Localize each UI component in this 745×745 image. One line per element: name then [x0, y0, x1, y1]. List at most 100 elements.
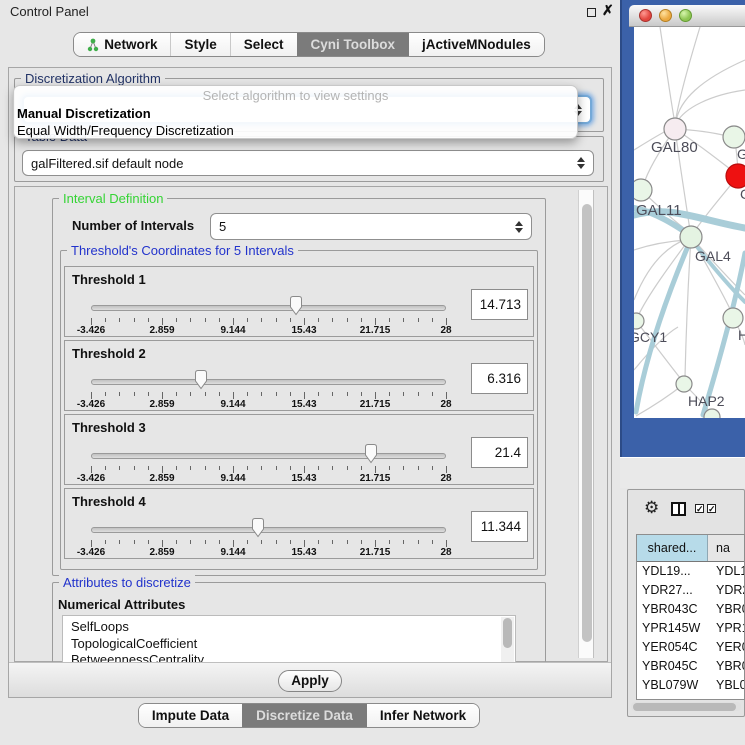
attribute-item[interactable]: TopologicalCoefficient — [63, 636, 515, 653]
slider-tick — [176, 466, 177, 470]
threshold-value-field[interactable]: 6.316 — [471, 363, 528, 394]
checkbox-icon[interactable]: ✓ — [695, 504, 704, 513]
tab-select[interactable]: Select — [230, 33, 297, 56]
cell-name[interactable]: YBR0... — [708, 600, 744, 619]
column-header-name[interactable]: na — [708, 535, 744, 561]
cell-shared-name[interactable]: YBL079W — [637, 676, 708, 695]
numerical-attributes-label: Numerical Attributes — [58, 597, 185, 612]
apply-button[interactable]: Apply — [278, 670, 342, 692]
slider-tick — [290, 466, 291, 470]
slider-track[interactable] — [91, 379, 446, 385]
cell-name[interactable]: YBL0... — [708, 676, 744, 695]
tab-cyni-toolbox[interactable]: Cyni Toolbox — [297, 33, 409, 56]
threshold-value-field[interactable]: 21.4 — [471, 437, 528, 468]
network-node[interactable] — [634, 179, 652, 201]
float-window-icon[interactable] — [587, 8, 596, 17]
table-row[interactable]: YLR345WYLR3... — [637, 695, 744, 700]
slider-scale-label: 28 — [440, 325, 451, 336]
slider-tick — [190, 540, 191, 544]
slider-tick — [361, 392, 362, 396]
table-row[interactable]: YBR043CYBR0... — [637, 600, 744, 619]
slider-track[interactable] — [91, 527, 446, 533]
slider-tick — [219, 318, 220, 322]
number-of-intervals-label: Number of Intervals — [72, 218, 194, 233]
cell-shared-name[interactable]: YPR145W — [637, 619, 708, 638]
slider-handle[interactable] — [251, 517, 265, 538]
cell-shared-name[interactable]: YER054C — [637, 638, 708, 657]
scrollbar-thumb[interactable] — [633, 703, 736, 711]
table-row[interactable]: YBL079WYBL0... — [637, 676, 744, 695]
slider-tick — [148, 540, 149, 544]
tab-network[interactable]: Network — [74, 33, 170, 56]
network-window-titlebar[interactable] — [629, 5, 745, 27]
threshold-value-field[interactable]: 14.713 — [471, 289, 528, 320]
tab-style[interactable]: Style — [170, 33, 229, 56]
column-layout-icon[interactable] — [671, 502, 686, 516]
scrollbar-thumb[interactable] — [582, 204, 592, 642]
mac-minimize-icon[interactable] — [659, 9, 672, 22]
cell-shared-name[interactable]: YDL19... — [637, 562, 708, 581]
table-row[interactable]: YDR27...YDR2... — [637, 581, 744, 600]
cell-name[interactable]: YLR3... — [708, 695, 744, 700]
cell-name[interactable]: YDR2... — [708, 581, 744, 600]
slider-tick — [134, 466, 135, 470]
tab-jactivemnodules[interactable]: jActiveMNodules — [408, 33, 544, 56]
tab-discretize-data[interactable]: Discretize Data — [242, 704, 366, 727]
mac-close-icon[interactable] — [639, 9, 652, 22]
slider-handle[interactable] — [289, 295, 303, 316]
slider-track[interactable] — [91, 305, 446, 311]
network-node[interactable] — [723, 126, 745, 148]
slider-tick — [389, 466, 390, 470]
cell-name[interactable]: YDL1... — [708, 562, 744, 581]
table-row[interactable]: YER054CYER0... — [637, 638, 744, 657]
checkbox-icon[interactable]: ✓ — [707, 504, 716, 513]
attribute-item[interactable]: SelfLoops — [63, 616, 515, 636]
table-data-combobox[interactable]: galFiltered.sif default node — [22, 150, 594, 176]
network-node[interactable] — [664, 118, 686, 140]
node-label: GAL11 — [636, 202, 682, 219]
network-node[interactable] — [726, 164, 745, 188]
slider-handle[interactable] — [194, 369, 208, 390]
popup-option[interactable]: Manual Discretization — [14, 105, 577, 122]
network-node[interactable] — [723, 308, 743, 328]
network-node[interactable] — [680, 226, 702, 248]
close-icon[interactable]: ✗ — [602, 2, 614, 19]
tab-infer-network[interactable]: Infer Network — [366, 704, 479, 727]
cell-name[interactable]: YER0... — [708, 638, 744, 657]
threshold-value-field[interactable]: 11.344 — [471, 511, 528, 542]
cell-shared-name[interactable]: YLR345W — [637, 695, 708, 700]
cell-shared-name[interactable]: YBR043C — [637, 600, 708, 619]
cell-name[interactable]: YPR1... — [708, 619, 744, 638]
node-table[interactable]: shared... na YDL19...YDL1...YDR27...YDR2… — [636, 534, 745, 700]
scrollbar-thumb[interactable] — [503, 618, 512, 648]
threshold-panel: Threshold 2-3.4262.8599.14415.4321.71528… — [64, 340, 534, 411]
popup-option[interactable]: Equal Width/Frequency Discretization — [14, 122, 577, 139]
slider-track[interactable] — [91, 453, 446, 459]
network-node[interactable] — [676, 376, 692, 392]
vertical-scrollbar[interactable] — [578, 190, 594, 658]
table-row[interactable]: YDL19...YDL1... — [637, 562, 744, 581]
column-header-shared[interactable]: shared... — [637, 535, 708, 561]
slider-scale-label: 21.715 — [360, 547, 391, 558]
table-row[interactable]: YBR045CYBR0... — [637, 657, 744, 676]
horizontal-scrollbar[interactable] — [631, 702, 741, 711]
table-row[interactable]: YPR145WYPR1... — [637, 619, 744, 638]
slider-tick — [418, 540, 419, 544]
slider-tick — [162, 318, 163, 325]
cell-shared-name[interactable]: YDR27... — [637, 581, 708, 600]
slider-tick — [119, 540, 120, 544]
cell-name[interactable]: YBR0... — [708, 657, 744, 676]
gear-icon[interactable]: ⚙ — [644, 499, 659, 516]
slider-tick — [389, 540, 390, 544]
network-node[interactable] — [634, 313, 644, 329]
tab-impute-data[interactable]: Impute Data — [139, 704, 242, 727]
mac-zoom-icon[interactable] — [679, 9, 692, 22]
number-of-intervals-combobox[interactable]: 5 — [210, 213, 532, 240]
slider-handle[interactable] — [364, 443, 378, 464]
network-canvas[interactable]: GAL80GACGAL11GAL4GCY1HHAP2 — [634, 27, 745, 418]
cell-shared-name[interactable]: YBR045C — [637, 657, 708, 676]
table-panel-header: Table Panel — [620, 457, 745, 488]
network-icon — [87, 38, 99, 52]
tab-label: jActiveMNodules — [422, 37, 531, 52]
slider-tick — [233, 392, 234, 399]
